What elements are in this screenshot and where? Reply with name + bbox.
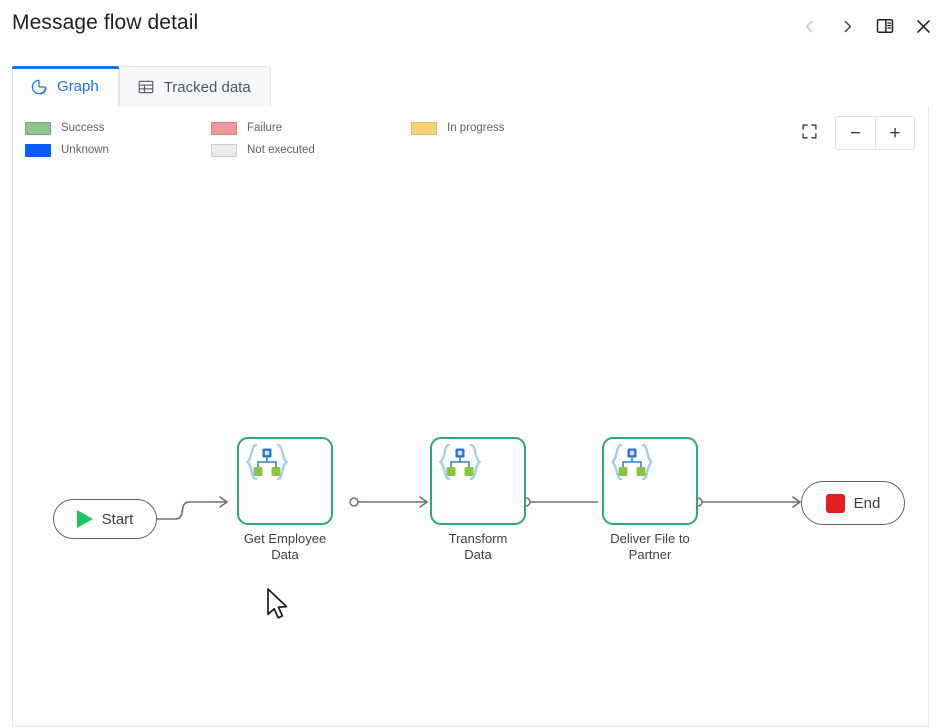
toggle-panel-button[interactable]: [866, 9, 904, 43]
node-label-line2: Data: [464, 547, 492, 562]
node-label-line1: Deliver File to: [610, 531, 690, 546]
tab-tracked-data[interactable]: Tracked data: [118, 66, 271, 107]
connector-start-to-node1: [149, 501, 226, 520]
split-panel-icon: [875, 16, 895, 36]
graph-panel: Success Failure In progress Unknown Not …: [12, 106, 929, 727]
chevron-left-icon: [801, 18, 818, 35]
tab-graph-label: Graph: [57, 78, 99, 95]
tab-tracked-data-label: Tracked data: [163, 78, 251, 96]
chevron-right-icon: [839, 18, 856, 35]
flow-node-get-employee-data[interactable]: [237, 437, 333, 525]
stop-icon: [825, 493, 845, 513]
node-label-line2: Data: [271, 547, 299, 562]
flow-node-label-deliver-file-to-partner: Deliver File to Partner: [575, 531, 725, 563]
close-button[interactable]: [904, 9, 942, 43]
node-label-line1: Get Employee: [243, 531, 327, 546]
previous-button[interactable]: [790, 9, 828, 43]
table-icon: [137, 78, 155, 96]
flow-canvas[interactable]: Start Get Employee Data Transform Data D…: [13, 106, 928, 725]
pie-chart-icon: [30, 78, 48, 96]
flow-node-label-transform-data: Transform Data: [403, 531, 553, 563]
end-node-label: End: [853, 494, 881, 512]
window-header: Message flow detail: [0, 0, 952, 52]
tab-bar: Graph Tracked data: [12, 66, 271, 108]
flow-node-deliver-file-to-partner[interactable]: [602, 437, 698, 525]
close-icon: [914, 17, 933, 36]
node-label-line1: Transform: [448, 531, 508, 546]
flow-connectors: [140, 496, 802, 524]
flow-node-transform-data[interactable]: [430, 437, 526, 525]
page-title: Message flow detail: [12, 11, 199, 34]
start-node-label: Start: [101, 510, 134, 528]
tab-graph[interactable]: Graph: [12, 66, 119, 108]
port-node1-out: [349, 497, 359, 507]
message-flow-detail-window: Message flow detail Graph Tracked data S…: [0, 0, 952, 727]
flow-node-label-get-employee-data: Get Employee Data: [210, 531, 360, 563]
header-actions: [790, 9, 942, 43]
start-node[interactable]: Start: [53, 499, 157, 539]
node-label-line2: Partner: [628, 547, 672, 562]
play-icon: [76, 510, 93, 528]
end-node[interactable]: End: [801, 481, 905, 525]
next-button[interactable]: [828, 9, 866, 43]
